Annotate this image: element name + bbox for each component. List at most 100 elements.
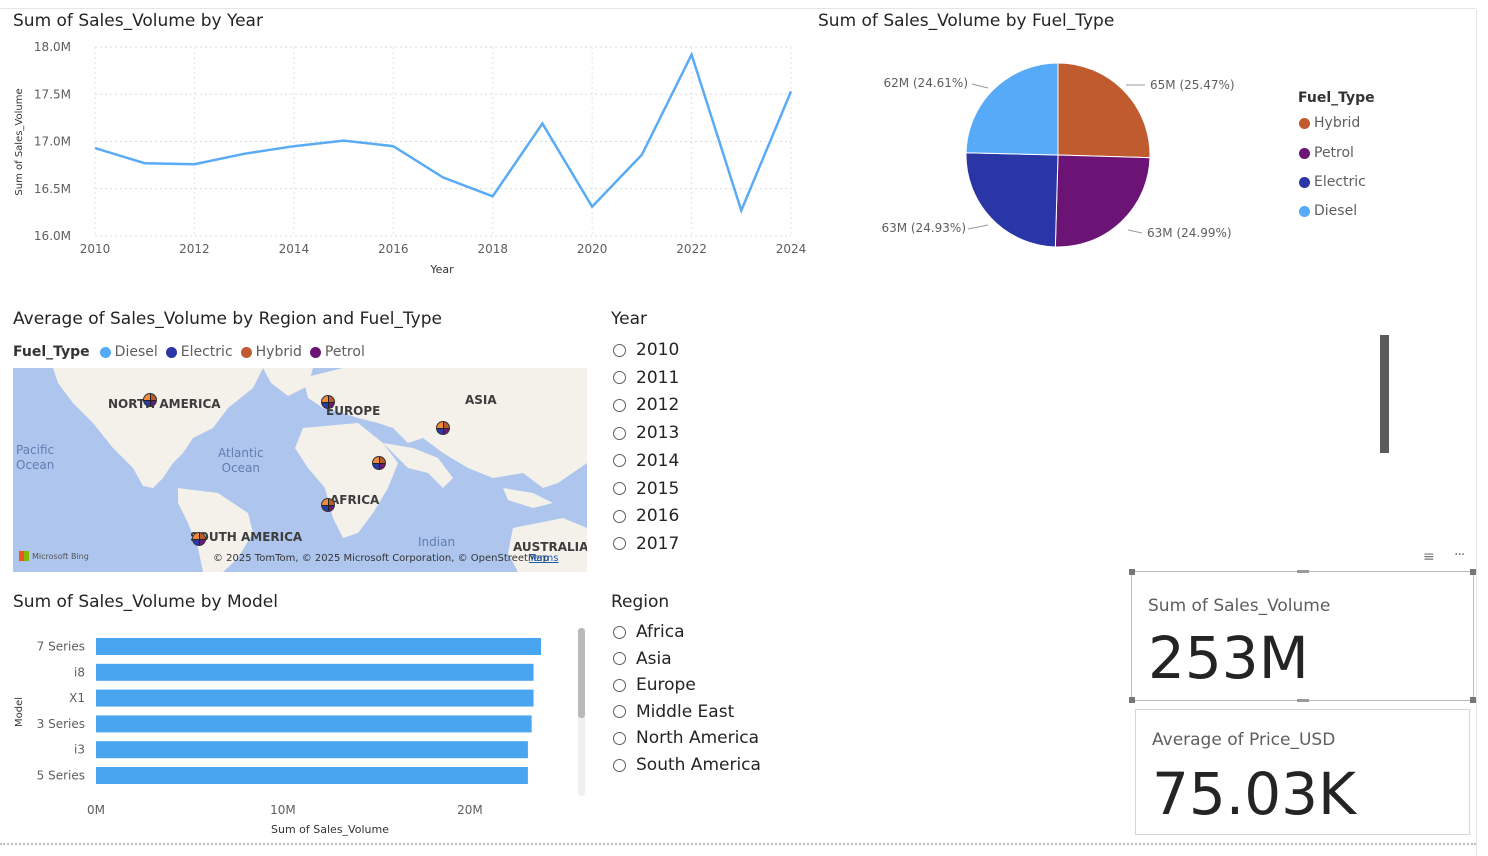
line-point[interactable]: [238, 148, 250, 160]
map-legend-hybrid[interactable]: Hybrid: [256, 344, 302, 360]
pie-legend-diesel[interactable]: Diesel: [1299, 203, 1357, 219]
year-slicer-scrollbar[interactable]: [1380, 335, 1389, 453]
bar-chart-title: Sum of Sales_Volume by Model: [13, 592, 278, 612]
line-point[interactable]: [586, 201, 598, 213]
year-slicer-item-2017[interactable]: 2017: [613, 534, 679, 554]
year-slicer-item-2011[interactable]: 2011: [613, 368, 679, 388]
pie-legend-electric[interactable]: Electric: [1299, 174, 1366, 190]
bar-category-label: 3 Series: [37, 717, 85, 731]
map-pin-middle-east[interactable]: [372, 456, 386, 470]
radio-button-icon[interactable]: [613, 454, 626, 468]
region-slicer-item-middle-east[interactable]: Middle East: [613, 702, 734, 722]
map-pin-asia[interactable]: [436, 421, 450, 435]
radio-button-icon[interactable]: [613, 371, 626, 385]
radio-button-icon[interactable]: [613, 482, 626, 495]
year-slicer-item-2016[interactable]: 2016: [613, 506, 679, 526]
bar-3-series[interactable]: [96, 715, 532, 733]
region-slicer-item-south-america[interactable]: South America: [613, 755, 761, 775]
line-xtick-label: 2022: [676, 242, 707, 256]
line-point[interactable]: [288, 140, 300, 152]
map-pin-north-america[interactable]: [143, 393, 157, 407]
line-point[interactable]: [536, 118, 548, 130]
radio-button-icon[interactable]: [613, 426, 626, 440]
radio-button-icon[interactable]: [613, 398, 626, 412]
radio-button-icon[interactable]: [613, 343, 626, 357]
pie-slice-electric[interactable]: [965, 152, 1059, 248]
bar-xtick-label: 0M: [87, 803, 105, 817]
line-point[interactable]: [735, 204, 747, 216]
region-slicer-item-africa[interactable]: Africa: [613, 622, 685, 642]
line-point[interactable]: [387, 140, 399, 152]
line-point[interactable]: [89, 142, 101, 154]
map-attribution: © 2025 TomTom, © 2025 Microsoft Corporat…: [213, 553, 550, 564]
map-pin-europe[interactable]: [321, 395, 335, 409]
more-options-icon[interactable]: ···: [1454, 547, 1465, 563]
radio-button-icon[interactable]: [613, 758, 626, 772]
bar-chart-scrollbar[interactable]: [578, 628, 585, 796]
map-pin-south-america[interactable]: [192, 532, 206, 546]
legend-dot-icon: [1299, 176, 1310, 188]
bar-i8[interactable]: [96, 663, 534, 681]
map-label-australia: AUSTRALIA: [513, 540, 587, 554]
card-sum-sales-volume[interactable]: Sum of Sales_Volume 253M: [1129, 569, 1476, 703]
bar-x1[interactable]: [96, 689, 534, 707]
radio-button-icon[interactable]: [613, 705, 626, 719]
radio-button-icon[interactable]: [613, 537, 626, 551]
radio-button-icon[interactable]: [613, 625, 626, 639]
radio-button-icon[interactable]: [613, 509, 626, 523]
bar-category-label: i3: [74, 743, 85, 757]
bar-chart[interactable]: 7 Seriesi8X13 Seriesi35 Series 0M 10M 20M …: [0, 620, 580, 845]
resize-handle-icon[interactable]: [1470, 697, 1476, 703]
radio-button-icon[interactable]: [613, 731, 626, 745]
filter-icon[interactable]: ≡: [1423, 549, 1435, 565]
year-slicer-item-2010[interactable]: 2010: [613, 340, 679, 360]
resize-handle-icon[interactable]: [1470, 569, 1476, 575]
pie-slice-diesel[interactable]: [965, 62, 1059, 156]
map-legend-title: Fuel_Type: [13, 344, 90, 360]
resize-handle-icon[interactable]: [1129, 569, 1135, 575]
year-slicer-item-2014[interactable]: 2014: [613, 451, 679, 471]
map-label-north-america: NORTH AMERICA: [108, 397, 221, 411]
line-point[interactable]: [437, 171, 449, 183]
bar-7-series[interactable]: [96, 638, 541, 655]
line-chart[interactable]: 16.0M 16.5M 17.0M 17.5M 18.0M 2010 2012 2014 20…: [0, 30, 810, 285]
year-slicer-item-2013[interactable]: 2013: [613, 423, 679, 443]
card-average-price-usd[interactable]: Average of Price_USD 75.03K: [1135, 709, 1470, 835]
radio-button-icon[interactable]: [613, 678, 626, 692]
line-point[interactable]: [686, 49, 698, 61]
pie-legend-petrol[interactable]: Petrol: [1299, 145, 1354, 161]
line-point[interactable]: [188, 158, 200, 170]
region-slicer-item-europe[interactable]: Europe: [613, 675, 696, 695]
year-slicer-item-2015[interactable]: 2015: [613, 479, 679, 499]
top-divider: [0, 8, 1476, 9]
year-slicer-item-2012[interactable]: 2012: [613, 395, 679, 415]
bar-i3[interactable]: [96, 741, 528, 759]
map-legend-diesel[interactable]: Diesel: [115, 344, 158, 360]
line-point[interactable]: [785, 85, 797, 97]
pie-legend-hybrid[interactable]: Hybrid: [1299, 115, 1360, 131]
bar-category-label: 7 Series: [37, 640, 85, 654]
bar-chart-scrollbar-thumb[interactable]: [578, 628, 585, 718]
line-point[interactable]: [338, 135, 350, 147]
resize-handle-icon[interactable]: [1297, 699, 1309, 702]
slicer-item-label: 2012: [636, 395, 680, 416]
line-point[interactable]: [636, 149, 648, 161]
bar-5-series[interactable]: [96, 767, 528, 784]
region-slicer-item-north-america[interactable]: North America: [613, 728, 759, 748]
map-terms-link[interactable]: Terms: [529, 553, 558, 564]
map-pin-africa[interactable]: [321, 498, 335, 512]
resize-handle-icon[interactable]: [1129, 697, 1135, 703]
map-legend-petrol[interactable]: Petrol: [325, 344, 365, 360]
map-legend-electric[interactable]: Electric: [181, 344, 233, 360]
pie-chart[interactable]: 65M (25.47%) 63M (24.99%) 63M (24.93%) 6…: [860, 40, 1260, 270]
line-point[interactable]: [487, 190, 499, 202]
radio-button-icon[interactable]: [613, 652, 626, 666]
resize-handle-icon[interactable]: [1297, 570, 1309, 573]
world-map[interactable]: NORTH AMERICA EUROPE ASIA AFRICA SOUTH A…: [13, 368, 587, 572]
pie-slice-petrol[interactable]: [1054, 154, 1151, 248]
region-slicer-item-asia[interactable]: Asia: [613, 649, 672, 669]
line-point[interactable]: [139, 157, 151, 169]
pie-slice-hybrid[interactable]: [1057, 62, 1151, 159]
legend-dot-icon: [1299, 147, 1310, 159]
line-xtick-label: 2010: [80, 242, 111, 256]
